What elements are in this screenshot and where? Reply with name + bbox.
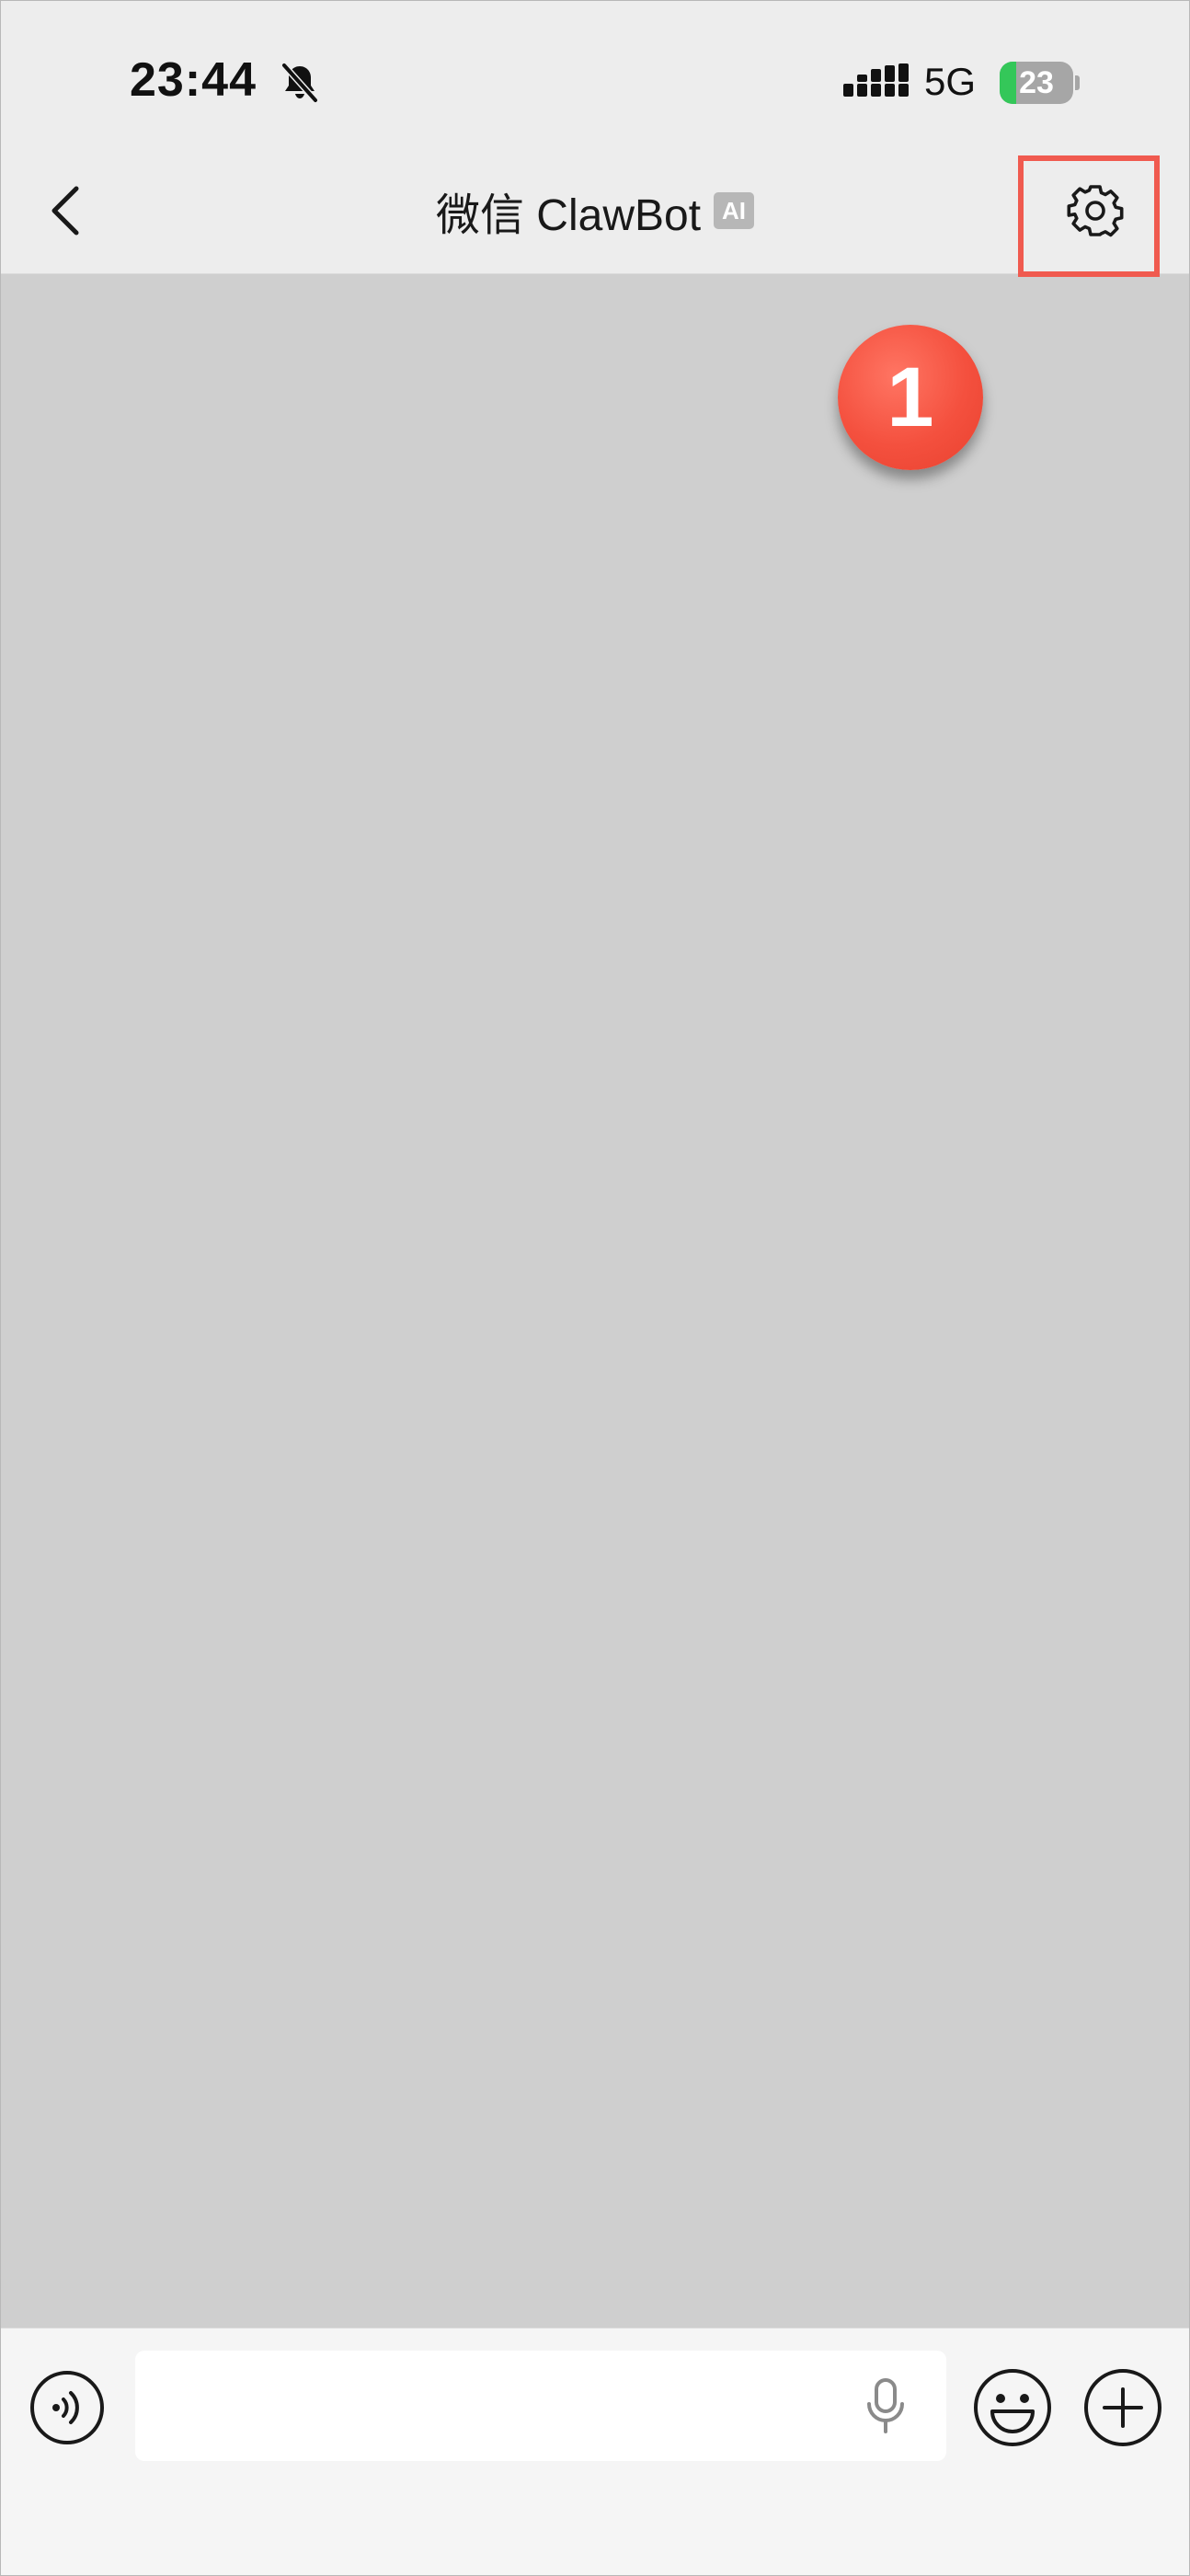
chat-title: 微信 ClawBot <box>435 191 702 240</box>
voice-wave-icon[interactable] <box>29 2369 106 2446</box>
bell-slash-icon <box>280 62 319 104</box>
battery-indicator: 23 <box>1000 62 1080 104</box>
message-input[interactable] <box>135 2351 946 2461</box>
status-time: 23:44 <box>130 53 257 107</box>
cellular-signal-icon <box>843 63 909 97</box>
gear-icon[interactable] <box>1066 181 1125 240</box>
ai-badge: AI <box>714 192 755 229</box>
microphone-icon[interactable] <box>860 2376 911 2435</box>
status-bar: 23:44 5G 23 <box>1 1 1189 148</box>
plus-circle-icon[interactable] <box>1082 2367 1163 2448</box>
chat-screen: 23:44 5G 23 微信 ClawBot AI 1 <box>0 0 1190 2576</box>
network-type: 5G <box>924 60 977 103</box>
smiley-face-icon[interactable] <box>972 2367 1053 2448</box>
back-button[interactable] <box>32 176 102 246</box>
step-marker: 1 <box>838 325 983 470</box>
battery-level: 23 <box>1019 65 1054 100</box>
chat-message-area[interactable] <box>1 274 1189 2328</box>
input-bar <box>1 2328 1189 2575</box>
nav-bar: 微信 ClawBot AI <box>1 148 1189 274</box>
